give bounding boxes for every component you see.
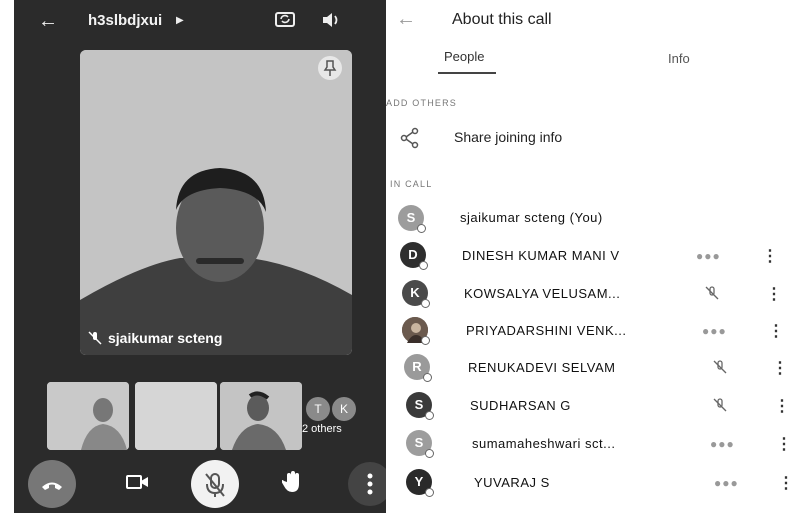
avatar: K: [332, 397, 356, 421]
mic-off-icon: [88, 331, 102, 345]
participant-row[interactable]: S sumamaheshwari sct... ●●● ⋮: [386, 426, 799, 462]
switch-camera-icon[interactable]: [274, 8, 296, 30]
call-screen: ← h3slbdjxui ▶ sjaikumar scteng T K 2 ot…: [14, 0, 386, 513]
participant-row[interactable]: D DINESH KUMAR MANI V ●●● ⋮: [386, 238, 799, 274]
participant-name: RENUKADEVI SELVAM: [468, 360, 616, 375]
thumbnail-person: [220, 382, 302, 450]
end-call-button[interactable]: [28, 460, 76, 508]
avatar: T: [306, 397, 330, 421]
participant-row[interactable]: PRIYADARSHINI VENK... ●●● ⋮: [386, 313, 799, 349]
status-dot: [425, 411, 434, 420]
participant-name: sumamaheshwari sct...: [472, 436, 616, 451]
mic-off-icon: [205, 473, 225, 497]
thumbnail-video[interactable]: [47, 382, 129, 450]
chevron-right-icon[interactable]: ▶: [176, 15, 184, 26]
thumbnail-person: [47, 382, 129, 450]
more-vert-icon[interactable]: ⋮: [772, 358, 788, 378]
arrow-left-icon[interactable]: ←: [38, 10, 58, 33]
others-count-label: 2 others: [302, 423, 342, 435]
panel-title: About this call: [452, 11, 552, 28]
mic-off-icon: [713, 360, 727, 374]
status-dot: [419, 261, 428, 270]
more-vert-icon[interactable]: ⋮: [766, 284, 782, 304]
meeting-code[interactable]: h3slbdjxui: [88, 12, 162, 29]
status-dot: [425, 449, 434, 458]
participant-name: KOWSALYA VELUSAM...: [464, 286, 621, 301]
more-vert-icon[interactable]: ⋮: [762, 246, 778, 266]
participant-row[interactable]: S sjaikumar scteng (You): [386, 200, 799, 236]
status-dot: [421, 336, 430, 345]
volume-icon[interactable]: [320, 10, 342, 30]
participant-name: YUVARAJ S: [474, 475, 550, 490]
participant-name: sjaikumar scteng (You): [460, 210, 603, 225]
others-tile[interactable]: T K 2 others: [300, 393, 366, 445]
mic-off-icon: [705, 286, 719, 300]
status-dot: [425, 488, 434, 497]
participant-row[interactable]: S SUDHARSAN G ⋮: [386, 388, 799, 424]
thumbnail-video[interactable]: [135, 382, 217, 450]
pin-icon: [323, 60, 337, 76]
participant-row[interactable]: Y YUVARAJ S ●●● ⋮: [386, 465, 799, 501]
participant-video: [80, 50, 352, 355]
share-joining-info-label: Share joining info: [454, 129, 563, 145]
pin-button[interactable]: [318, 56, 342, 80]
mic-off-icon: [713, 398, 727, 412]
mic-toggle-button[interactable]: [191, 460, 239, 508]
participant-name: DINESH KUMAR MANI V: [462, 248, 620, 263]
more-vert-icon[interactable]: ⋮: [778, 473, 794, 493]
call-top-bar: ← h3slbdjxui ▶: [14, 0, 386, 42]
participant-row[interactable]: R RENUKADEVI SELVAM ⋮: [386, 351, 799, 387]
participant-name: PRIYADARSHINI VENK...: [466, 323, 627, 338]
main-video-tile[interactable]: sjaikumar scteng: [80, 50, 352, 355]
arrow-left-icon[interactable]: ←: [396, 8, 416, 31]
tab-info[interactable]: Info: [668, 51, 690, 66]
more-vert-icon: [367, 473, 373, 495]
status-dot: [423, 373, 432, 382]
camera-icon[interactable]: [126, 473, 150, 491]
participant-name: SUDHARSAN G: [470, 398, 571, 413]
end-call-icon: [42, 482, 62, 490]
tab-people[interactable]: People: [444, 49, 484, 64]
speaking-indicator-icon: ●●●: [710, 437, 735, 451]
thumbnail-video[interactable]: [220, 382, 302, 450]
active-tab-indicator: [438, 72, 496, 74]
more-vert-icon[interactable]: ⋮: [774, 396, 790, 416]
share-icon: [400, 127, 419, 149]
speaking-indicator-icon: ●●●: [696, 249, 721, 263]
status-dot: [421, 299, 430, 308]
participant-row[interactable]: K KOWSALYA VELUSAM... ⋮: [386, 276, 799, 312]
speaking-indicator-icon: ●●●: [702, 324, 727, 338]
about-call-panel: ← About this call People Info ADD OTHERS…: [386, 0, 799, 513]
in-call-heading: IN CALL: [390, 179, 433, 189]
thumbnail-blank: [135, 382, 217, 450]
raise-hand-icon[interactable]: [282, 470, 304, 494]
more-vert-icon[interactable]: ⋮: [776, 434, 792, 454]
more-vert-icon[interactable]: ⋮: [768, 321, 784, 341]
status-dot: [417, 224, 426, 233]
main-participant-name: sjaikumar scteng: [108, 330, 223, 346]
more-options-button[interactable]: [348, 462, 386, 506]
add-others-heading: ADD OTHERS: [386, 98, 458, 108]
call-controls: [14, 456, 386, 513]
speaking-indicator-icon: ●●●: [714, 476, 739, 490]
